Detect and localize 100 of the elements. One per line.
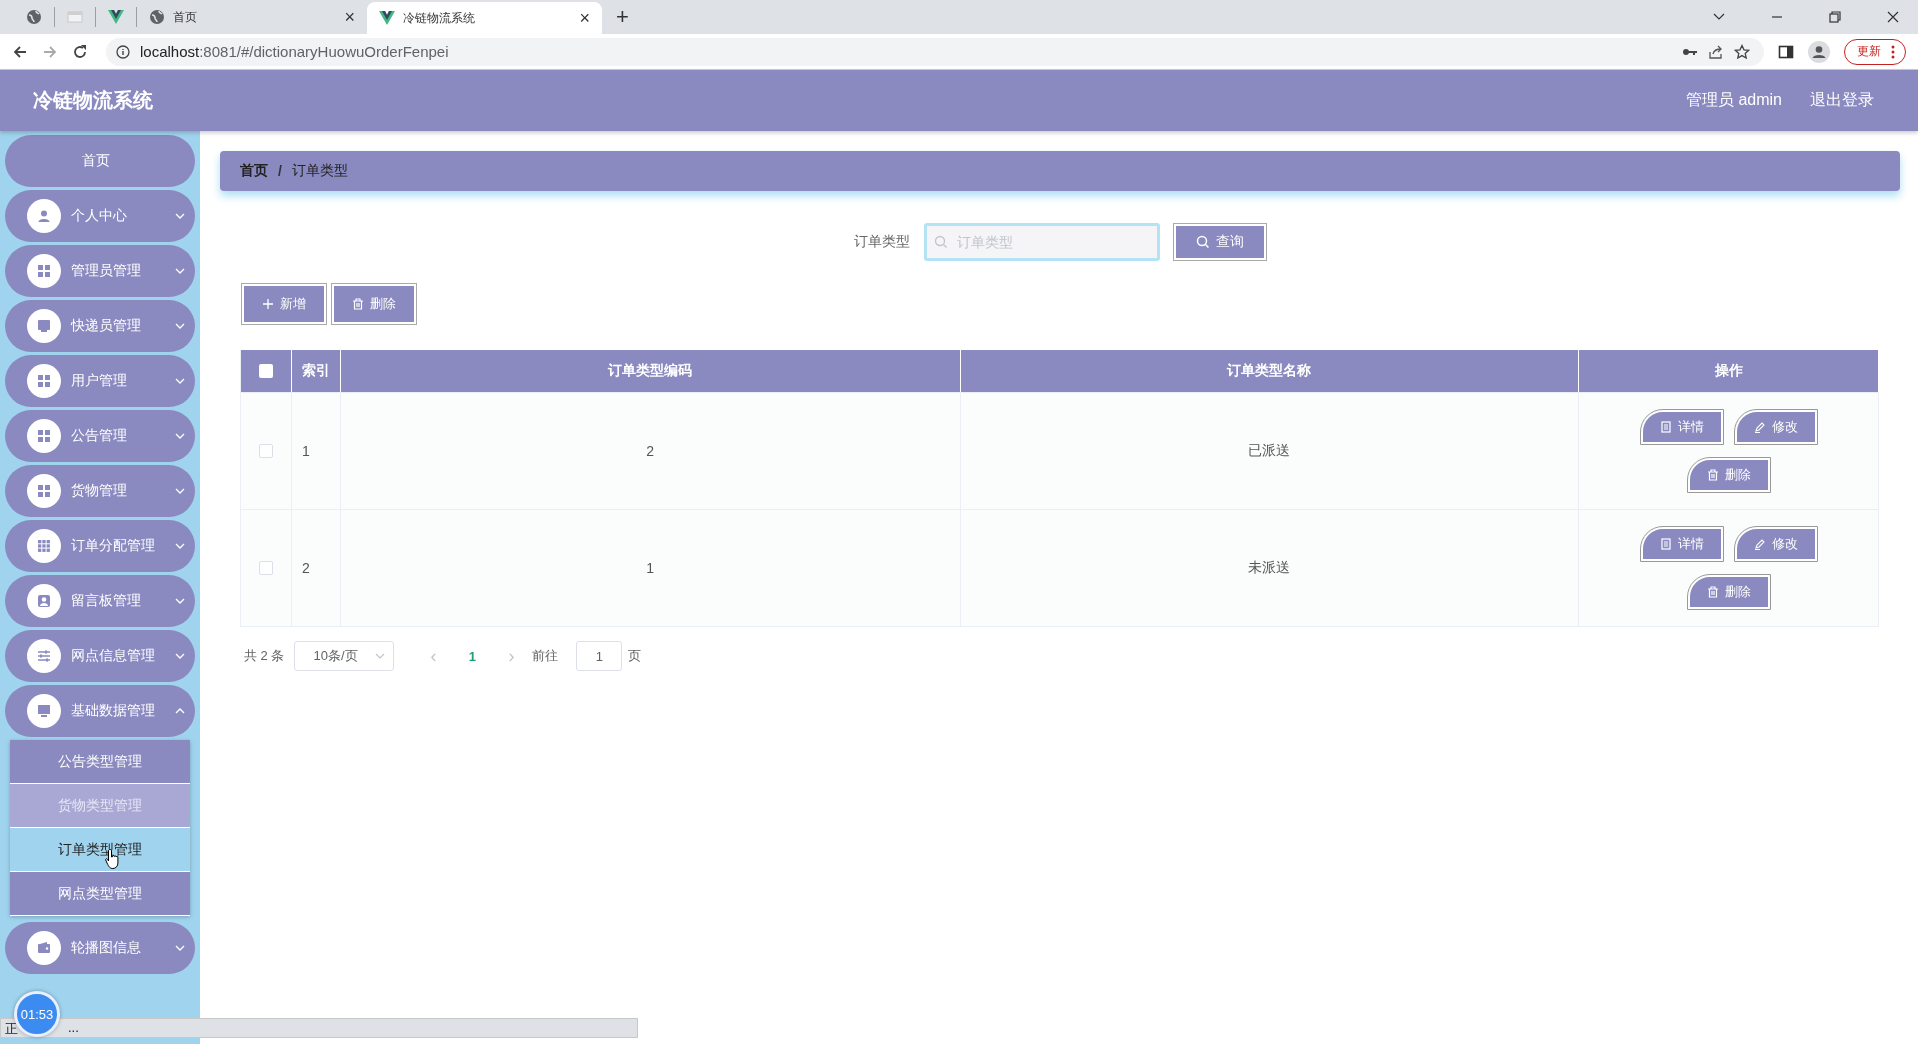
table-cell: 1 [340, 510, 961, 626]
menu-item[interactable]: 货物管理 [5, 465, 195, 517]
delete-button[interactable]: 删除 [1687, 575, 1770, 609]
column-header: 操作 [1579, 350, 1879, 392]
search-label: 订单类型 [854, 233, 910, 251]
trash-icon [352, 298, 364, 310]
page-input[interactable]: 1 [576, 641, 623, 671]
trash-icon [1706, 586, 1719, 598]
close-button[interactable]: × [344, 6, 355, 28]
info-icon [116, 44, 130, 59]
row-checkbox[interactable] [259, 561, 273, 575]
menu-item[interactable]: 订单分配管理 [5, 520, 195, 572]
grid-icon [27, 419, 61, 453]
restore-icon [1828, 10, 1842, 24]
menu-item[interactable]: 用户管理 [5, 355, 195, 407]
browser-tab[interactable]: 首页 × [137, 7, 367, 27]
sliders-icon [27, 639, 61, 673]
chevron-down-icon [175, 596, 185, 606]
page-suffix: 页 [628, 647, 642, 665]
submenu-item[interactable]: 网点类型管理 [10, 872, 190, 916]
document-icon [1659, 538, 1672, 550]
close-button[interactable]: × [579, 7, 590, 29]
select-all-checkbox[interactable] [259, 364, 273, 378]
delete-button[interactable]: 删除 [1687, 458, 1770, 492]
menu-item[interactable]: 网点信息管理 [5, 630, 195, 682]
wallet-icon [27, 931, 61, 965]
menu-item[interactable]: 轮播图信息 [5, 922, 195, 974]
close-icon [1886, 10, 1900, 24]
menu-item[interactable]: 管理员管理 [5, 245, 195, 297]
monitor-icon [27, 694, 61, 728]
browser-tab[interactable]: 冷链物流系统 × [367, 2, 602, 34]
previous-page-button[interactable]: ‹ [418, 645, 449, 667]
page-icon [67, 9, 83, 25]
chevron-down-icon [175, 266, 185, 276]
chevron-down-icon [175, 541, 185, 551]
globe-icon [26, 9, 42, 25]
logout-link[interactable]: 退出登录 [1810, 90, 1874, 111]
row-checkbox[interactable] [259, 444, 273, 458]
table-cell: 未派送 [960, 510, 1580, 626]
add-button[interactable]: 新增 [242, 284, 326, 324]
pencil-icon [1753, 538, 1766, 550]
update-button[interactable]: 更新 [1844, 38, 1906, 65]
page-size-select[interactable]: 10条/页 [294, 641, 395, 671]
v-logo-icon [108, 9, 124, 25]
table-cell: 已派送 [960, 393, 1580, 509]
edit-button[interactable]: 修改 [1734, 410, 1817, 444]
reload-icon [72, 43, 88, 60]
pencil-icon [1753, 421, 1766, 433]
breadcrumb-item[interactable]: 首页 [240, 162, 268, 180]
share-icon [1708, 43, 1724, 60]
column-header: 订单类型编码 [340, 350, 961, 392]
search-button[interactable]: 查询 [1174, 224, 1266, 260]
apps-grid-icon [27, 529, 61, 563]
menu-item[interactable]: 留言板管理 [5, 575, 195, 627]
back-arrow-icon [12, 43, 28, 60]
user-icon [27, 199, 61, 233]
menu-item[interactable]: 首页 [5, 135, 195, 187]
chevron-down-icon [175, 706, 185, 716]
page-number[interactable]: 1 [448, 648, 497, 664]
url-text: localhost:8081/#/dictionaryHuowuOrderFenpei [140, 43, 449, 60]
document-icon [1659, 421, 1672, 433]
user-label: 管理员 admin [1685, 90, 1782, 110]
chevron-down-icon [375, 651, 386, 661]
table-cell: 2 [340, 393, 961, 509]
more-icon [1891, 44, 1895, 59]
search-icon [934, 235, 948, 249]
address-bar[interactable]: localhost:8081/#/dictionaryHuowuOrderFenpei [106, 37, 1764, 66]
detail-button[interactable]: 详情 [1640, 527, 1723, 561]
profile-icon [1808, 40, 1830, 63]
column-header: 索引 [292, 350, 341, 392]
inbox-icon [27, 309, 61, 343]
side-panel-icon [1778, 43, 1794, 60]
new-tab-button[interactable]: + [616, 4, 629, 30]
goto-label: 前往 [532, 647, 559, 665]
detail-button[interactable]: 详情 [1640, 410, 1723, 444]
chevron-down-icon [175, 376, 185, 386]
submenu-item[interactable]: 公告类型管理 [10, 740, 190, 784]
chevron-down-icon [175, 211, 185, 221]
next-page-button[interactable]: › [496, 645, 527, 667]
search-icon [1196, 235, 1210, 249]
table-cell: 1 [292, 393, 341, 509]
edit-button[interactable]: 修改 [1734, 527, 1817, 561]
menu-item[interactable]: 基础数据管理 [5, 685, 195, 737]
star-icon [1734, 43, 1750, 60]
chevron-down-icon [175, 943, 185, 953]
menu-item[interactable]: 公告管理 [5, 410, 195, 462]
menu-item[interactable]: 个人中心 [5, 190, 195, 242]
grid-icon [27, 474, 61, 508]
plus-icon [262, 298, 274, 310]
delete-button[interactable]: 删除 [332, 284, 416, 324]
menu-item[interactable]: 快递员管理 [5, 300, 195, 352]
chevron-down-icon [175, 486, 185, 496]
submenu-item[interactable]: 货物类型管理 [10, 784, 190, 828]
column-header: 订单类型名称 [960, 350, 1580, 392]
breadcrumb-separator: / [278, 163, 282, 179]
app-title: 冷链物流系统 [33, 88, 153, 113]
person-card-icon [27, 584, 61, 618]
chevron-down-icon [175, 321, 185, 331]
v-logo-icon [379, 10, 395, 26]
status-ellipsis: ... [68, 1020, 79, 1036]
